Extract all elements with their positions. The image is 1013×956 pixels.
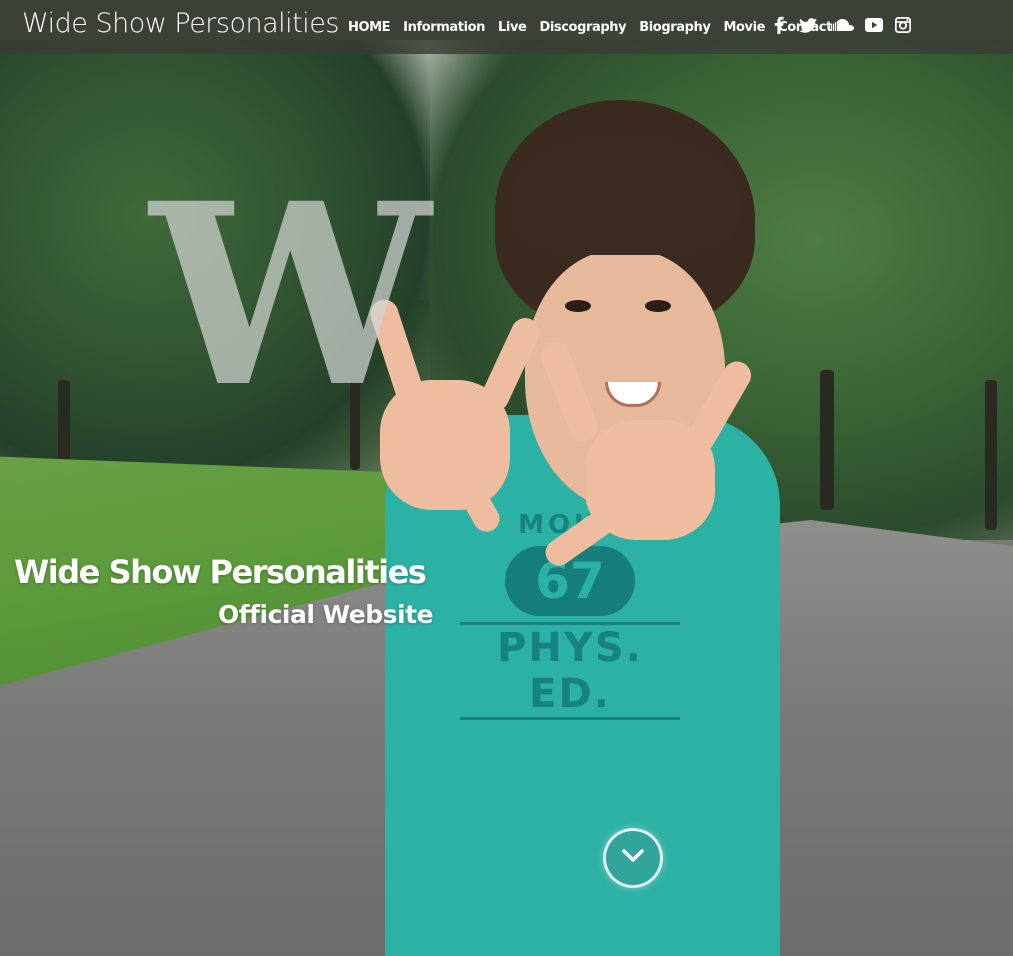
hero-title: Wide Show Personalities (14, 553, 427, 591)
photo-child-eye (565, 300, 591, 312)
chevron-down-icon (622, 848, 644, 868)
photo-tree-trunk (58, 380, 70, 460)
twitter-icon[interactable] (799, 15, 817, 35)
photo-tree-trunk (820, 370, 834, 510)
hero-background-photo: MOUS 67 PHYS. ED. (0, 0, 1013, 956)
facebook-icon[interactable] (770, 15, 788, 35)
logo-watermark-w: W (150, 148, 431, 442)
photo-tree-trunk (985, 380, 997, 530)
nav-item-biography[interactable]: Biography (639, 20, 711, 35)
photo-child-fringe (510, 135, 740, 255)
photo-child-eye (645, 300, 671, 312)
top-navbar: Wide Show Personalities HOME Information… (0, 0, 1013, 54)
nav-item-home[interactable]: HOME (348, 20, 391, 35)
nav-item-movie[interactable]: Movie (723, 20, 765, 35)
scroll-down-button[interactable] (603, 828, 663, 888)
nav-item-live[interactable]: Live (498, 20, 527, 35)
instagram-icon[interactable] (894, 15, 912, 35)
social-links (770, 15, 912, 35)
site-logo[interactable]: Wide Show Personalities (22, 8, 339, 39)
soundcloud-icon[interactable] (828, 15, 854, 35)
hero-subtitle: Official Website (218, 600, 434, 629)
shirt-print-bottom: PHYS. ED. (460, 622, 680, 720)
nav-item-discography[interactable]: Discography (539, 20, 626, 35)
youtube-icon[interactable] (865, 15, 883, 35)
nav-item-information[interactable]: Information (403, 20, 485, 35)
